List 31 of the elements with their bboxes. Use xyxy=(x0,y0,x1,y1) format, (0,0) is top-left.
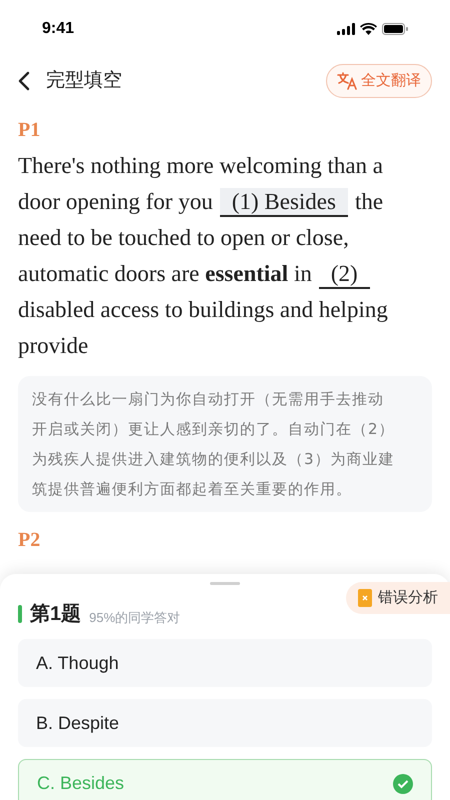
answer-option[interactable]: B. Despite xyxy=(18,699,432,747)
drag-handle[interactable] xyxy=(210,582,240,585)
paragraph-label: P1 xyxy=(18,118,42,143)
document-icon xyxy=(358,589,372,607)
correct-rate: 95%的同学答对 xyxy=(89,608,180,626)
translation-text: 没有什么比一扇门为你自动打开（无需用手去推动 xyxy=(32,389,384,410)
passage-text: the xyxy=(354,188,384,216)
answer-blank[interactable]: (1) Besides xyxy=(220,188,348,216)
translation-text: 筑提供普遍便利方面都起着至关重要的作用。 xyxy=(32,479,352,500)
error-analysis-tab[interactable]: 错误分析 xyxy=(346,582,450,614)
page-title: 完型填空 xyxy=(46,68,122,93)
passage-text: provide xyxy=(18,332,88,360)
translation-text: 开启或关闭）更让人感到亲切的了。自动门在（2） xyxy=(32,419,395,440)
paragraph-label: P2 xyxy=(18,528,42,553)
answer-option[interactable]: A. Though xyxy=(18,639,432,687)
translation-text: 为残疾人提供进入建筑物的便利以及（3）为商业建 xyxy=(32,449,395,470)
status-time: 9:41 xyxy=(42,19,74,39)
passage-text: disabled access to buildings and helping xyxy=(18,296,388,324)
wifi-icon xyxy=(360,23,377,35)
passage-text: door opening for you xyxy=(18,188,213,216)
back-icon[interactable] xyxy=(18,71,30,91)
battery-icon xyxy=(382,23,408,35)
answer-blank[interactable]: (2) xyxy=(318,260,370,288)
signal-icon xyxy=(337,23,355,35)
question-number: 第1题 xyxy=(30,602,82,627)
translate-icon xyxy=(337,72,357,90)
passage-text: need to be touched to open or close, xyxy=(18,224,349,252)
check-icon xyxy=(393,774,413,794)
accent-bar xyxy=(18,605,22,623)
passage-text: There's nothing more welcoming than a xyxy=(18,152,384,180)
passage-text: automatic doors are essential in xyxy=(18,260,312,288)
